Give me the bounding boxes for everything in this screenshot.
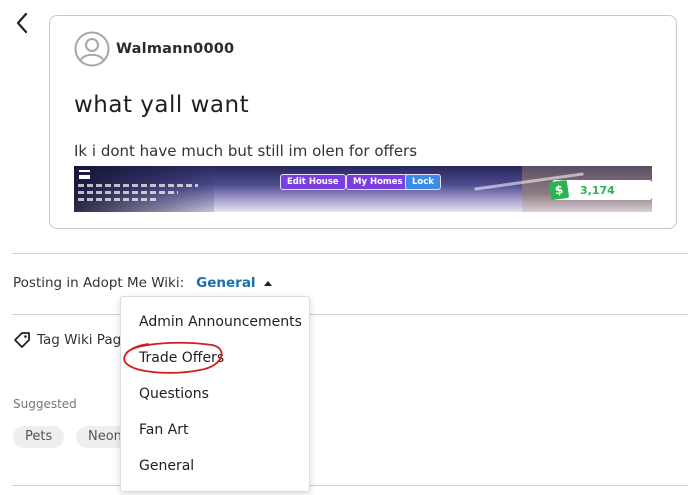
chevron-left-icon	[16, 12, 28, 34]
dropdown-item-admin-announcements[interactable]: Admin Announcements	[139, 314, 302, 330]
dropdown-item-fan-art[interactable]: Fan Art	[139, 422, 189, 438]
author-name[interactable]: Walmann0000	[116, 41, 234, 57]
dropdown-item-questions[interactable]: Questions	[139, 386, 209, 402]
divider	[12, 253, 688, 254]
category-current[interactable]: General	[196, 275, 255, 291]
money-icon: $	[548, 179, 570, 201]
dropdown-item-general[interactable]: General	[139, 458, 194, 474]
post-image[interactable]: Edit House My Homes Lock $ 3,174	[74, 166, 652, 212]
money-amount: 3,174	[580, 183, 615, 197]
tag-label[interactable]: Tag Wiki Page	[37, 332, 130, 348]
posting-label: Posting in Adopt Me Wiki:	[13, 275, 185, 291]
game-my-homes-button: My Homes	[346, 174, 410, 190]
game-hud-text	[78, 191, 178, 194]
caret-up-icon[interactable]	[263, 280, 272, 286]
post-card: Walmann0000 what yall want Ik i dont hav…	[49, 15, 677, 229]
divider	[12, 314, 688, 315]
image-shadow	[74, 166, 214, 212]
game-hud-text	[78, 198, 158, 201]
suggested-label: Suggested	[13, 397, 77, 411]
game-edit-house-button: Edit House	[280, 174, 346, 190]
user-avatar-icon	[74, 31, 110, 67]
dropdown-item-trade-offers[interactable]: Trade Offers	[139, 350, 224, 366]
divider	[12, 485, 688, 486]
back-button[interactable]	[10, 10, 34, 36]
game-menu-icon	[79, 170, 90, 179]
category-select[interactable]: General	[196, 275, 272, 291]
post-title: what yall want	[74, 92, 250, 118]
post-author[interactable]: Walmann0000	[74, 31, 234, 67]
game-hud-text	[78, 184, 198, 187]
tag-wiki-page-button[interactable]: Tag Wiki Page	[13, 331, 130, 349]
tag-icon	[14, 332, 30, 348]
category-dropdown: Admin Announcements Trade Offers Questio…	[120, 296, 310, 492]
suggested-chip[interactable]: Pets	[13, 426, 65, 448]
post-body: Ik i dont have much but still im olen fo…	[74, 142, 418, 160]
game-money: $ 3,174	[548, 179, 652, 201]
game-lock-button: Lock	[405, 174, 441, 190]
posting-row: Posting in Adopt Me Wiki: General	[13, 275, 272, 291]
